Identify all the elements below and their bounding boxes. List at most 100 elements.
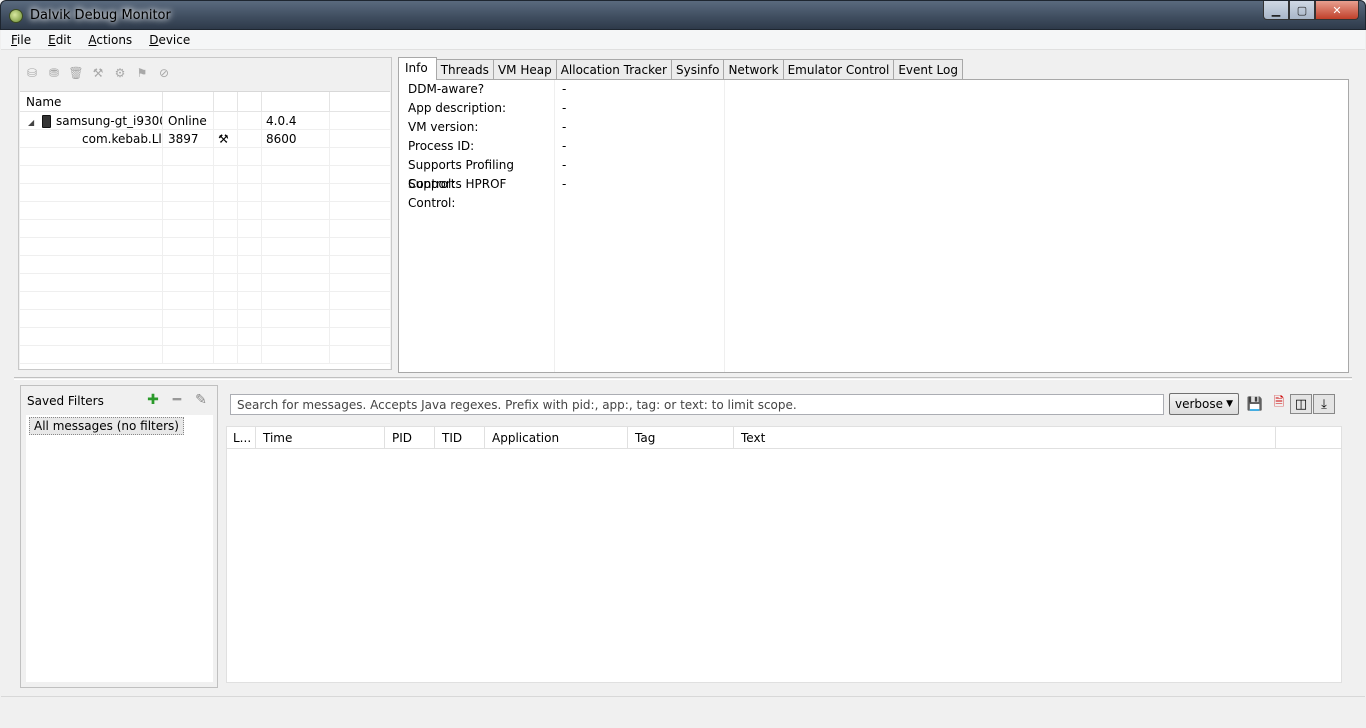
- info-row: VM version: -: [399, 118, 1348, 137]
- devices-table: Name ◢ samsung-gt_i9300- Online 4.0.4 com…: [20, 91, 390, 369]
- devices-toolbar: ⛁ ⛃ 🗑 ⚒ ⚙ ⚑ ⊘: [23, 64, 173, 84]
- info-value: -: [555, 118, 725, 137]
- status-bar: [1, 696, 1365, 727]
- device-name: samsung-gt_i9300-: [56, 114, 163, 128]
- title-bar: Dalvik Debug Monitor ▁ ▢ ✕: [0, 0, 1366, 30]
- tab-network[interactable]: Network: [723, 59, 784, 80]
- table-row: [20, 256, 390, 274]
- saved-filters-title: Saved Filters: [27, 394, 104, 408]
- update-heap-icon[interactable]: ⛃: [45, 64, 63, 82]
- column-text[interactable]: Text: [734, 427, 1276, 448]
- menu-device[interactable]: Device: [147, 33, 192, 47]
- splitter[interactable]: [14, 377, 1352, 380]
- info-label: App description:: [399, 99, 555, 118]
- edit-filter-icon[interactable]: ✎: [193, 392, 209, 408]
- info-value: -: [555, 175, 725, 194]
- column-version[interactable]: [262, 92, 330, 111]
- tab-bar: Info Threads VM Heap Allocation Tracker …: [398, 57, 963, 80]
- column-tid[interactable]: TID: [435, 427, 485, 448]
- window-title: Dalvik Debug Monitor: [30, 8, 171, 23]
- close-button[interactable]: ✕: [1315, 1, 1359, 20]
- remove-filter-icon[interactable]: ━: [169, 392, 185, 408]
- devices-table-header: Name: [20, 92, 390, 112]
- menu-edit[interactable]: Edit: [46, 33, 73, 47]
- minimize-button[interactable]: ▁: [1263, 1, 1289, 20]
- update-threads-icon[interactable]: ⚙: [111, 64, 129, 82]
- process-name: com.kebab.Llar: [20, 130, 163, 147]
- scroll-lock-icon[interactable]: ⤓: [1313, 394, 1335, 414]
- column-4[interactable]: [238, 92, 262, 111]
- menu-actions[interactable]: Actions: [86, 33, 134, 47]
- device-version: 4.0.4: [262, 112, 330, 129]
- android-app-icon: [9, 9, 23, 23]
- column-6[interactable]: [330, 92, 390, 111]
- filter-all-messages[interactable]: All messages (no filters): [29, 417, 184, 435]
- tree-collapse-icon[interactable]: ◢: [28, 114, 38, 129]
- stop-process-icon[interactable]: ⊘: [155, 64, 173, 82]
- tab-emulator-control[interactable]: Emulator Control: [782, 59, 895, 80]
- filters-list: All messages (no filters): [26, 415, 213, 682]
- column-application[interactable]: Application: [485, 427, 628, 448]
- info-label: Supports HPROF Control:: [399, 175, 555, 210]
- process-port: 8600: [262, 130, 330, 147]
- column-pid[interactable]: PID: [385, 427, 435, 448]
- process-row[interactable]: com.kebab.Llar 3897 ⚒ 8600: [20, 130, 390, 148]
- info-label: VM version:: [399, 118, 555, 137]
- column-time[interactable]: Time: [256, 427, 385, 448]
- phone-icon: [42, 115, 51, 128]
- chevron-down-icon: ▼: [1226, 399, 1233, 409]
- log-table: L... Time PID TID Application Tag Text: [226, 426, 1342, 683]
- column-level[interactable]: L...: [227, 427, 256, 448]
- menu-bar: File Edit Actions Device: [1, 30, 1365, 50]
- info-table: DDM-aware? - App description: - VM versi…: [398, 79, 1349, 373]
- table-row: [20, 148, 390, 166]
- logcat-search-input[interactable]: [230, 394, 1164, 415]
- info-row: Supports HPROF Control: -: [399, 175, 1348, 210]
- info-value: -: [555, 80, 725, 99]
- tab-sysinfo[interactable]: Sysinfo: [670, 59, 725, 80]
- info-row: Process ID: -: [399, 137, 1348, 156]
- table-row: [20, 310, 390, 328]
- column-name[interactable]: Name: [20, 92, 163, 111]
- column-tag[interactable]: Tag: [628, 427, 734, 448]
- dump-hprof-icon[interactable]: 🗑: [67, 64, 85, 82]
- log-level-select[interactable]: verbose ▼: [1169, 393, 1239, 415]
- cause-gc-icon[interactable]: ⚒: [89, 64, 107, 82]
- thread-update-icon: ⚒: [214, 130, 238, 147]
- table-row: [20, 184, 390, 202]
- table-row: [20, 238, 390, 256]
- process-pid: 3897: [163, 130, 214, 147]
- info-label: DDM-aware?: [399, 80, 555, 99]
- add-filter-icon[interactable]: ✚: [145, 392, 161, 408]
- table-row: [20, 220, 390, 238]
- info-value: -: [555, 137, 725, 156]
- tab-allocation-tracker[interactable]: Allocation Tracker: [555, 59, 672, 80]
- maximize-button[interactable]: ▢: [1289, 1, 1315, 20]
- start-method-profiling-icon[interactable]: ⚑: [133, 64, 151, 82]
- tab-info[interactable]: Info: [398, 57, 437, 80]
- info-value: -: [555, 99, 725, 118]
- info-row: App description: -: [399, 99, 1348, 118]
- column-3[interactable]: [214, 92, 238, 111]
- saved-filters-panel: Saved Filters ✚ ━ ✎ All messages (no fil…: [20, 385, 218, 688]
- log-table-header: L... Time PID TID Application Tag Text: [227, 427, 1341, 449]
- table-row: [20, 346, 390, 364]
- info-row: Supports Profiling Control: -: [399, 156, 1348, 191]
- clear-log-icon[interactable]: 🗎: [1268, 394, 1290, 414]
- column-status[interactable]: [163, 92, 214, 111]
- filters-toolbar: ✚ ━ ✎: [145, 392, 209, 408]
- tab-event-log[interactable]: Event Log: [893, 59, 963, 80]
- tab-threads[interactable]: Threads: [435, 59, 494, 80]
- tabs-panel: Info Threads VM Heap Allocation Tracker …: [396, 57, 1351, 375]
- tab-vm-heap[interactable]: VM Heap: [492, 59, 557, 80]
- table-row: [20, 274, 390, 292]
- table-row: [20, 166, 390, 184]
- table-row: [20, 292, 390, 310]
- save-log-icon[interactable]: 💾: [1244, 394, 1266, 414]
- debug-process-icon[interactable]: ⛁: [23, 64, 41, 82]
- toggle-filters-pane-icon[interactable]: ◫: [1290, 394, 1312, 414]
- info-label: Process ID:: [399, 137, 555, 156]
- device-row[interactable]: ◢ samsung-gt_i9300- Online 4.0.4: [20, 112, 390, 130]
- table-row: [20, 328, 390, 346]
- menu-file[interactable]: File: [9, 33, 33, 47]
